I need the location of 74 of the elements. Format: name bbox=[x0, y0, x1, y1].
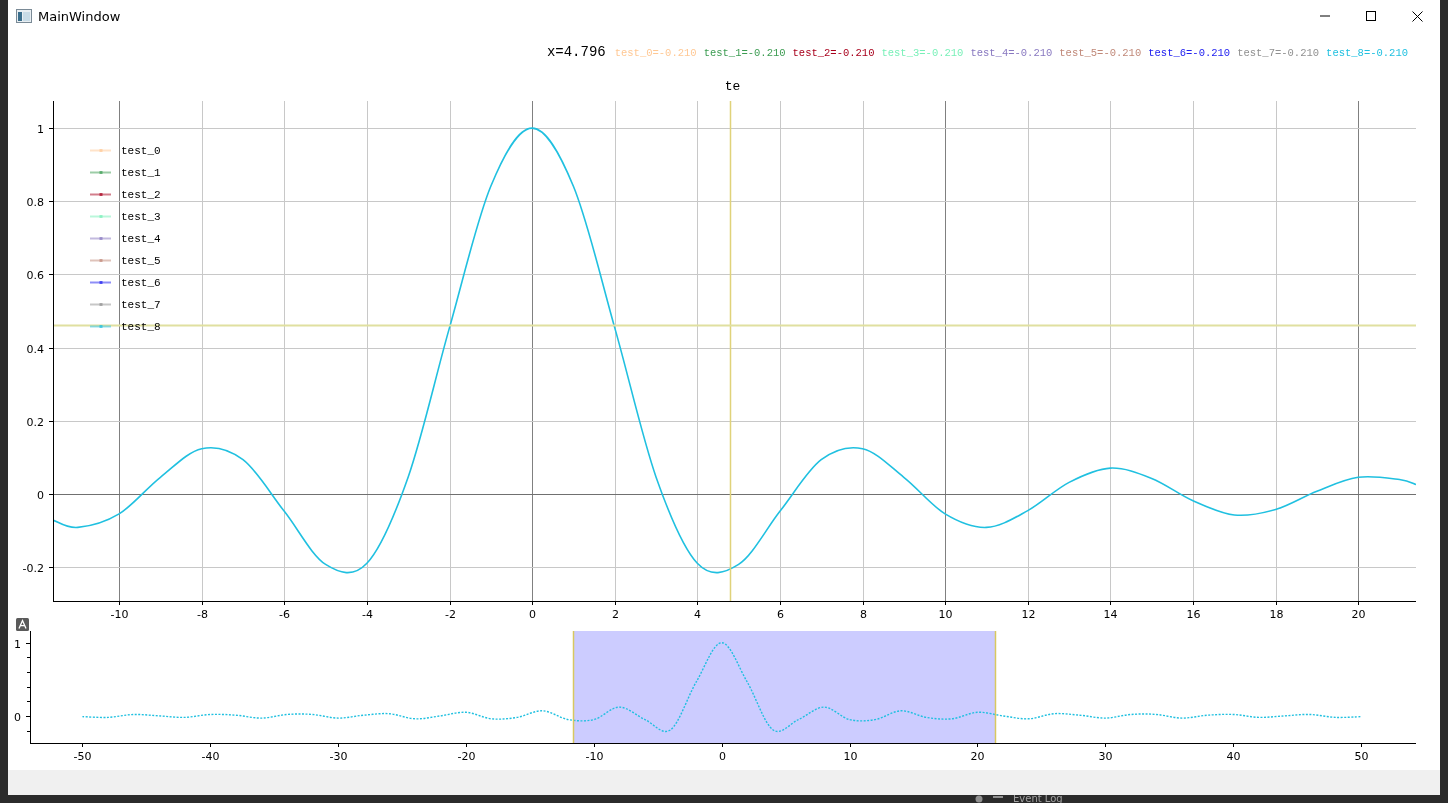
legend-line-icon bbox=[89, 259, 112, 262]
tick-label: -0.2 bbox=[22, 561, 44, 575]
legend-label: test_4 bbox=[121, 233, 161, 245]
legend-label: test_2 bbox=[121, 189, 161, 201]
tick-label: -6 bbox=[279, 608, 290, 621]
tick-label: 20 bbox=[970, 750, 985, 763]
legend-line-icon bbox=[89, 237, 112, 240]
tick-label: -10 bbox=[585, 750, 604, 763]
tick-label: 0.2 bbox=[26, 415, 44, 429]
tick-label: 0 bbox=[719, 750, 726, 763]
tick-label: -40 bbox=[201, 750, 220, 763]
series-value: test_2=-0.210 bbox=[792, 47, 875, 59]
legend-line-icon bbox=[89, 303, 112, 306]
tick-label: 50 bbox=[1354, 750, 1369, 763]
series-value: test_3=-0.210 bbox=[881, 47, 964, 59]
legend-label: test_5 bbox=[121, 255, 161, 267]
tick-label: -8 bbox=[197, 608, 208, 621]
tick-label: 0.4 bbox=[26, 342, 44, 356]
tick-label: 20 bbox=[1351, 608, 1366, 621]
tick-label: -50 bbox=[73, 750, 92, 763]
legend-line-icon bbox=[89, 215, 112, 218]
tick-label: 10 bbox=[843, 750, 858, 763]
tick-label: 30 bbox=[1098, 750, 1113, 763]
tick-label: 1 bbox=[37, 122, 44, 136]
tick-label: 14 bbox=[1103, 608, 1118, 621]
legend-line-icon bbox=[89, 193, 112, 196]
tick-label: 40 bbox=[1226, 750, 1241, 763]
tick-label: 12 bbox=[1021, 608, 1036, 621]
legend-line-icon bbox=[89, 325, 112, 328]
tick-label: 0 bbox=[14, 710, 21, 724]
app-icon bbox=[16, 9, 32, 23]
legend-label: test_1 bbox=[121, 167, 161, 179]
series-value: test_4=-0.210 bbox=[970, 47, 1053, 59]
tick-label: 0 bbox=[529, 608, 536, 621]
minimize-icon bbox=[1320, 15, 1330, 17]
tick-label: 4 bbox=[694, 608, 701, 621]
tick-label: -2 bbox=[445, 608, 456, 621]
tick-label: 0 bbox=[37, 488, 44, 502]
tick-label: -20 bbox=[457, 750, 476, 763]
legend-label: test_0 bbox=[121, 145, 161, 157]
tick-label: 10 bbox=[938, 608, 953, 621]
tick-label: 18 bbox=[1269, 608, 1284, 621]
legend-label: test_7 bbox=[121, 299, 161, 311]
chart-title: te bbox=[724, 79, 741, 94]
series-value: test_7=-0.210 bbox=[1237, 47, 1320, 59]
tick-label: 1 bbox=[14, 637, 21, 651]
legend-line-icon bbox=[89, 149, 112, 152]
close-icon bbox=[1411, 10, 1423, 22]
tick-label: 2 bbox=[612, 608, 619, 621]
maximize-icon bbox=[1366, 11, 1376, 21]
legend-label: test_6 bbox=[121, 277, 161, 289]
tick-label: -4 bbox=[362, 608, 373, 621]
series-value: test_6=-0.210 bbox=[1148, 47, 1231, 59]
legend-label: test_3 bbox=[121, 211, 161, 223]
series-value: test_5=-0.210 bbox=[1059, 47, 1142, 59]
series-value: test_1=-0.210 bbox=[703, 47, 786, 59]
tick-label: 8 bbox=[860, 608, 867, 621]
window-title: MainWindow bbox=[38, 8, 121, 24]
legend-label: test_8 bbox=[121, 321, 161, 333]
tick-label: -10 bbox=[110, 608, 129, 621]
cursor-x-value: x=4.796 bbox=[546, 44, 606, 60]
tick-label: -30 bbox=[329, 750, 348, 763]
tick-label: 0.6 bbox=[26, 268, 44, 282]
legend-line-icon bbox=[89, 281, 112, 284]
series-value: test_0=-0.210 bbox=[614, 47, 697, 59]
range-handle[interactable] bbox=[994, 630, 997, 744]
selection-range[interactable] bbox=[573, 631, 996, 743]
tick-label: 0.8 bbox=[26, 195, 44, 209]
series-value: test_8=-0.210 bbox=[1326, 47, 1408, 59]
autoscale-icon[interactable] bbox=[16, 618, 29, 631]
tick-label: 16 bbox=[1186, 608, 1201, 621]
range-handle[interactable] bbox=[572, 630, 575, 744]
legend-line-icon bbox=[89, 171, 112, 174]
tick-label: 6 bbox=[777, 608, 784, 621]
